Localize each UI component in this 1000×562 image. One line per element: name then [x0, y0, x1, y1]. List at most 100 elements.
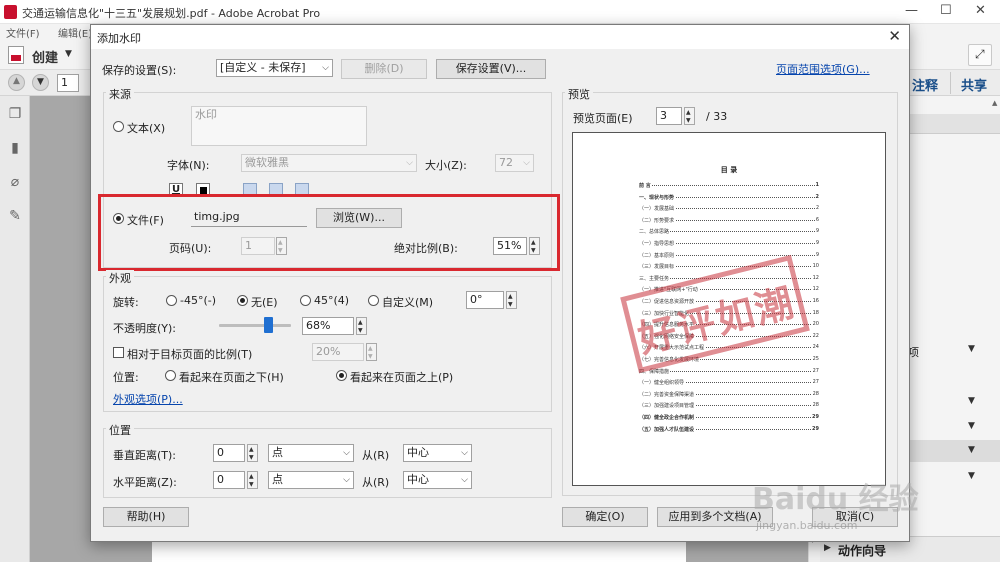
- preview-group-title: 预览: [565, 86, 593, 102]
- rotate-none-radio[interactable]: [237, 295, 248, 306]
- preview-page-label: 预览页面(E): [573, 112, 633, 125]
- opacity-field[interactable]: 68%: [302, 317, 354, 335]
- appearance-group-title: 外观: [106, 270, 134, 286]
- previous-page-icon[interactable]: ▲: [8, 74, 25, 91]
- chevron-down-icon: ⌵: [322, 63, 329, 73]
- save-settings-button[interactable]: 保存设置(V)...: [436, 59, 546, 79]
- size-label: 大小(Z):: [425, 159, 467, 172]
- horizontal-distance-field[interactable]: 0: [213, 471, 245, 489]
- divider: [950, 72, 951, 94]
- toc-row-page: 27: [811, 379, 819, 386]
- minimize-icon[interactable]: —: [905, 3, 918, 18]
- appearance-options-link[interactable]: 外观选项(P)...: [113, 391, 183, 407]
- chevron-down-icon: ⌵: [461, 475, 468, 485]
- maximize-icon[interactable]: ☐: [940, 3, 952, 18]
- behind-page-label: 看起来在页面之下(H): [179, 371, 284, 384]
- menu-file[interactable]: 文件(F): [6, 25, 40, 40]
- chevron-down-icon[interactable]: ▼: [968, 344, 975, 354]
- relative-scale-stepper[interactable]: ▲ ▼: [366, 343, 377, 361]
- toc-row-title: （三）加强建设项目管理: [639, 403, 696, 410]
- vertical-from-select[interactable]: 中心 ⌵: [403, 444, 472, 462]
- toc-row-page: 29: [811, 425, 819, 432]
- page-number-input[interactable]: 1: [57, 74, 79, 92]
- toc-row-page: 12: [811, 274, 819, 281]
- toc-row-title: （五）加强人才队伍建设: [639, 426, 696, 433]
- saved-settings-select[interactable]: [自定义 - 未保存] ⌵: [216, 59, 333, 77]
- comment-tab[interactable]: 注释: [912, 75, 938, 94]
- signature-icon[interactable]: ✎: [7, 208, 23, 224]
- page-range-options-link[interactable]: 页面范围选项(G)...: [776, 61, 870, 77]
- close-window-icon[interactable]: ✕: [975, 3, 986, 18]
- toc-row: （一）健全组织领导 27: [639, 379, 819, 387]
- toc-row-title: 三、主要任务: [639, 275, 671, 282]
- chevron-down-icon[interactable]: ▼: [968, 396, 975, 406]
- rotation-stepper[interactable]: ▲ ▼: [506, 291, 517, 309]
- rotate-45-radio[interactable]: [300, 295, 311, 306]
- action-wizard-label: 动作向导: [838, 544, 887, 558]
- vertical-distance-field[interactable]: 0: [213, 444, 245, 462]
- share-tab[interactable]: 共享: [961, 75, 987, 94]
- toc-row-page: 18: [811, 309, 819, 316]
- create-chevron-down-icon[interactable]: ▼: [65, 49, 72, 59]
- opacity-slider-thumb[interactable]: [263, 317, 273, 333]
- saved-settings-label: 保存的设置(S):: [102, 64, 177, 77]
- horizontal-unit-select[interactable]: 点 ⌵: [268, 471, 354, 489]
- layer-position-label: 位置:: [113, 371, 139, 384]
- preview-doc-heading: 目 录: [720, 166, 738, 174]
- ok-button[interactable]: 确定(O): [562, 507, 648, 527]
- toc-row-title: （一）健全组织领导: [639, 380, 686, 387]
- relative-scale-label: 相对于目标页面的比例(T): [127, 348, 253, 361]
- delete-button[interactable]: 删除(D): [341, 59, 427, 79]
- page-thumbnails-icon[interactable]: ❐: [7, 106, 23, 122]
- toc-row: （五）加强人才队伍建设 29: [639, 425, 819, 433]
- rotate-neg45-radio[interactable]: [166, 295, 177, 306]
- horizontal-from-select[interactable]: 中心 ⌵: [403, 471, 472, 489]
- bookmark-icon[interactable]: ▮: [7, 140, 23, 156]
- opacity-label: 不透明度(Y):: [113, 322, 177, 335]
- rotation-custom-field[interactable]: 0°: [466, 291, 504, 309]
- next-page-icon[interactable]: ▼: [32, 74, 49, 91]
- size-select[interactable]: 72 ⌵: [495, 154, 534, 172]
- create-pdf-icon: [8, 46, 24, 64]
- toc-row: （四）健全政企合作机制 29: [639, 414, 819, 421]
- chevron-down-icon[interactable]: ▼: [968, 421, 975, 431]
- rotate-custom-radio[interactable]: [368, 295, 379, 306]
- rotate-neg45-label: -45°(-): [180, 294, 217, 307]
- pane-scroll-up-icon[interactable]: ▲: [992, 99, 997, 107]
- preview-page-stepper[interactable]: ▲ ▼: [684, 107, 695, 125]
- vertical-distance-stepper[interactable]: ▲ ▼: [247, 444, 258, 462]
- rotate-custom-label: 自定义(M): [382, 296, 434, 309]
- toc-row-page: 27: [811, 367, 819, 374]
- attachment-icon[interactable]: ⌀: [7, 174, 23, 190]
- toc-row-page: 16: [811, 298, 819, 304]
- position-group-title: 位置: [106, 422, 134, 438]
- create-button[interactable]: 创建: [32, 47, 58, 66]
- vertical-unit-select[interactable]: 点 ⌵: [268, 444, 354, 462]
- help-button[interactable]: 帮助(H): [103, 507, 189, 527]
- preview-page-field[interactable]: 3: [656, 107, 682, 125]
- expand-icon[interactable]: ⤢: [968, 44, 992, 66]
- toc-row-page: 29: [811, 414, 819, 420]
- behind-page-radio[interactable]: [165, 370, 176, 381]
- pane-selected-row[interactable]: ▼: [908, 440, 1000, 462]
- text-radio[interactable]: [113, 121, 124, 132]
- source-group-title: 来源: [106, 86, 134, 102]
- toc-row: 四、保障措施 27: [639, 367, 819, 375]
- relative-scale-field[interactable]: 20%: [312, 343, 364, 361]
- toc-row-title: （二）基本原则: [639, 252, 676, 259]
- relative-scale-checkbox[interactable]: [113, 347, 124, 358]
- watermark-text-area[interactable]: 水印: [191, 106, 367, 146]
- close-icon[interactable]: ✕: [888, 27, 901, 45]
- rotate-none-label: 无(E): [251, 296, 278, 309]
- toc-row-title: （一）指导思想: [639, 241, 676, 247]
- chevron-down-icon[interactable]: ▼: [968, 471, 975, 481]
- toc-row: （三）加强建设项目管理 28: [639, 402, 819, 410]
- toc-row-page: 2: [814, 193, 819, 200]
- horizontal-distance-stepper[interactable]: ▲ ▼: [247, 471, 258, 489]
- opacity-stepper[interactable]: ▲ ▼: [356, 317, 367, 335]
- menu-edit[interactable]: 编辑(E): [58, 25, 92, 40]
- toc-row: （一）发展基础 2: [639, 205, 819, 213]
- on-top-radio[interactable]: [336, 370, 347, 381]
- opacity-slider-track[interactable]: [219, 324, 291, 327]
- font-select[interactable]: 微软雅黑 ⌵: [241, 154, 417, 172]
